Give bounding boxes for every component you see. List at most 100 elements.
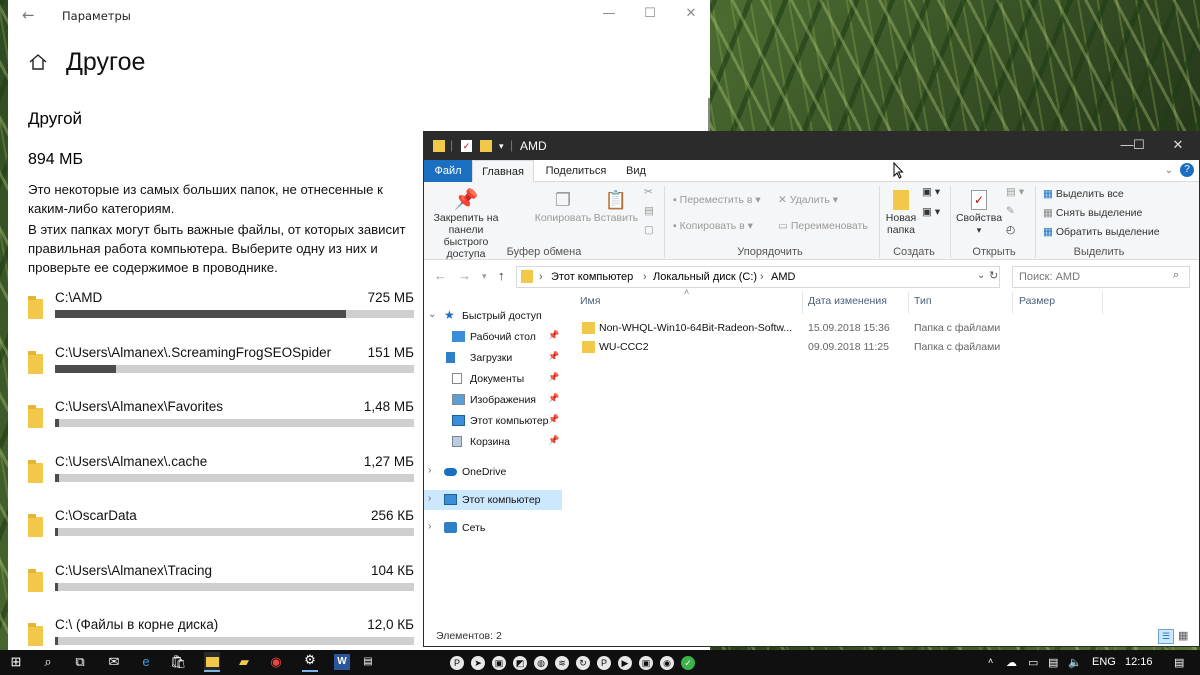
move-to-button[interactable]: ▪ Переместить в ▾ [673, 194, 761, 206]
tray-media-icon[interactable]: ▣ [639, 656, 653, 670]
folder-row[interactable]: C:\OscarData 256 КБ [28, 508, 424, 562]
nav-quick-item[interactable]: Этот компьютер 📌 [424, 411, 562, 431]
start-windows-icon[interactable]: ⊞ [8, 654, 24, 670]
column-separator[interactable] [1102, 292, 1103, 314]
maximize-icon[interactable]: ☐ [640, 6, 660, 21]
clock[interactable]: 12:16 [1125, 656, 1153, 668]
tab-view[interactable]: Вид [616, 160, 656, 182]
battery-icon[interactable]: ▭ [1028, 656, 1038, 669]
nav-quick-item[interactable]: Рабочий стол 📌 [424, 327, 562, 347]
easy-access-icon[interactable]: ▣ ▾ [922, 206, 940, 218]
history-icon[interactable]: ◴ [1006, 224, 1015, 236]
recent-locations-icon[interactable]: ▾ [482, 271, 487, 282]
folder-row[interactable]: C:\AMD 725 МБ [28, 290, 424, 344]
rename-button[interactable]: ▭ Переименовать [778, 220, 868, 232]
breadcrumb-this-pc[interactable]: Этот компьютер [551, 271, 633, 283]
network-drive-icon[interactable]: ▤ [360, 654, 376, 670]
sticky-notes-icon[interactable]: ▰ [236, 654, 252, 670]
tray-photo-icon[interactable]: ▣ [492, 656, 506, 670]
folder-row[interactable]: C:\Users\Almanex\Tracing 104 КБ [28, 563, 424, 617]
column-type[interactable]: Тип [914, 295, 932, 307]
task-view-icon[interactable]: ⧉ [72, 654, 88, 670]
folder-row[interactable]: C:\Users\Almanex\.ScreamingFrogSEOSpider… [28, 345, 424, 399]
pin-icon[interactable]: 📌 [548, 435, 559, 446]
back-arrow-icon[interactable]: ← [22, 6, 35, 24]
network-tray-icon[interactable]: ▤ [1048, 656, 1058, 669]
language-indicator[interactable]: ENG [1092, 656, 1116, 668]
column-separator[interactable] [908, 292, 909, 314]
volume-icon[interactable]: 🔈 [1068, 656, 1082, 669]
copy-to-button[interactable]: ▪ Копировать в ▾ [673, 220, 753, 232]
tab-share[interactable]: Поделиться [536, 160, 616, 182]
search-icon[interactable]: ⌕ [1173, 269, 1179, 282]
search-input[interactable]: Поиск: AMD [1019, 271, 1080, 283]
edge-icon[interactable]: e [138, 654, 154, 670]
properties-quick-icon[interactable]: ✓ [461, 140, 472, 152]
breadcrumb-local-disk[interactable]: Локальный диск (C:) [653, 271, 757, 283]
close-icon[interactable]: ✕ [1168, 137, 1188, 153]
mail-icon[interactable]: ✉ [106, 654, 122, 670]
tray-image-icon[interactable]: ◩ [513, 656, 527, 670]
word-icon[interactable]: W [334, 654, 350, 670]
show-hidden-icons-icon[interactable]: ˄ [988, 656, 993, 666]
tray-sync-icon[interactable]: ≋ [555, 656, 569, 670]
notification-icon[interactable]: ▤ [1174, 656, 1184, 669]
tab-file[interactable]: Файл [424, 160, 472, 182]
store-icon[interactable]: 🛍 [170, 654, 187, 670]
column-name[interactable]: Имя [580, 295, 600, 307]
properties-button[interactable]: ✓ Свойства ▾ [952, 188, 1006, 236]
chevron-right-icon[interactable]: › [428, 521, 431, 532]
back-icon[interactable]: ← [434, 268, 447, 283]
pin-icon[interactable]: 📌 [548, 393, 559, 404]
folder-row[interactable]: C:\Users\Almanex\.cache 1,27 МБ [28, 454, 424, 508]
details-view-icon[interactable]: ☰ [1158, 629, 1174, 644]
new-folder-button[interactable]: Новая папка [882, 188, 920, 236]
tab-home[interactable]: Главная [472, 160, 534, 183]
maximize-icon[interactable]: ☐ [1129, 137, 1149, 153]
chevron-right-icon[interactable]: › [428, 465, 431, 476]
search-icon[interactable]: ⌕ [40, 654, 56, 670]
nav-onedrive[interactable]: › OneDrive [424, 462, 562, 482]
tray-shield-icon[interactable]: ✓ [681, 656, 695, 670]
copy-button[interactable]: ❐ Копировать [534, 188, 592, 224]
nav-quick-item[interactable]: Изображения 📌 [424, 390, 562, 410]
tray-refresh-icon[interactable]: ↻ [576, 656, 590, 670]
chrome-icon[interactable]: ◉ [268, 654, 284, 670]
nav-quick-item[interactable]: Загрузки 📌 [424, 348, 562, 368]
file-row[interactable]: WU-CCC2 09.09.2018 11:25 Папка с файлами [574, 338, 1004, 357]
tray-disk-icon[interactable]: ◍ [534, 656, 548, 670]
new-folder-quick-icon[interactable] [480, 140, 492, 152]
search-box[interactable]: Поиск: AMD ⌕ [1012, 266, 1190, 288]
folder-icon[interactable] [433, 140, 445, 152]
file-row[interactable]: Non-WHQL-Win10-64Bit-Radeon-Softw... 15.0… [574, 319, 1004, 338]
tray-app-icon[interactable]: P [450, 656, 464, 670]
large-icons-view-icon[interactable]: ▦ [1178, 629, 1188, 642]
breadcrumb-amd[interactable]: AMD [771, 271, 795, 283]
delete-button[interactable]: ✕ Удалить ▾ [778, 194, 838, 206]
tray-eye-icon[interactable]: ◉ [660, 656, 674, 670]
onedrive-tray-icon[interactable]: ☁ [1006, 656, 1017, 669]
tray-play-icon[interactable]: ▶ [618, 656, 632, 670]
pin-icon[interactable]: 📌 [548, 351, 559, 362]
column-separator[interactable] [802, 292, 803, 314]
nav-network[interactable]: › Сеть [424, 518, 562, 538]
nav-this-pc[interactable]: › Этот компьютер [424, 490, 562, 510]
pin-icon[interactable]: 📌 [548, 414, 559, 425]
folder-row[interactable]: C:\ (Файлы в корне диска) 12,0 КБ [28, 617, 424, 650]
home-icon[interactable] [28, 52, 48, 72]
cut-icon[interactable]: ✂ [644, 186, 653, 198]
help-icon[interactable]: ? [1180, 163, 1194, 177]
column-separator[interactable] [1012, 292, 1013, 314]
address-dropdown-icon[interactable]: ⌄ [977, 270, 985, 281]
refresh-icon[interactable]: ↻ [989, 269, 998, 282]
pin-icon[interactable]: 📌 [548, 372, 559, 383]
pin-icon[interactable]: 📌 [548, 330, 559, 341]
chevron-down-icon[interactable]: ⌄ [428, 309, 436, 320]
edit-icon[interactable]: ✎ [1006, 205, 1015, 217]
column-date[interactable]: Дата изменения [808, 295, 887, 307]
folder-row[interactable]: C:\Users\Almanex\Favorites 1,48 МБ [28, 399, 424, 453]
paste-shortcut-icon[interactable]: ▢ [644, 224, 654, 236]
forward-icon[interactable]: → [458, 268, 471, 283]
minimize-icon[interactable]: — [599, 6, 619, 21]
explorer-taskbar-icon[interactable] [204, 652, 220, 672]
